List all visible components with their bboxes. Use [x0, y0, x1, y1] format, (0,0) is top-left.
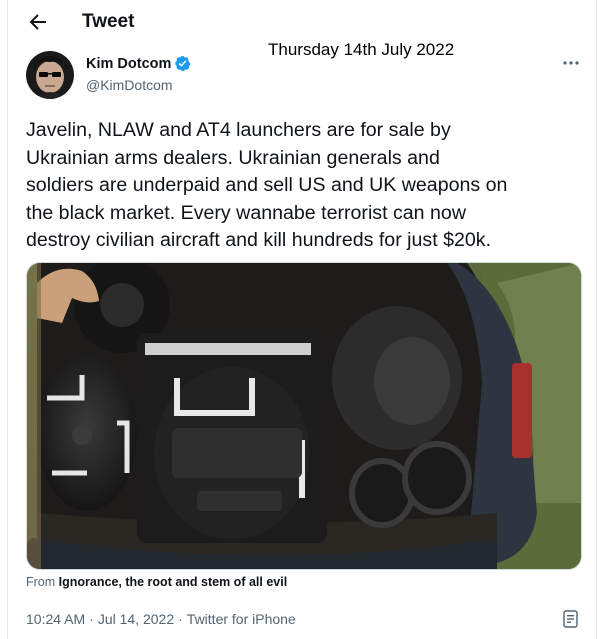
analytics-icon[interactable]	[563, 610, 579, 628]
tweet-text-line: Javelin, NLAW and AT4 launchers are for …	[26, 119, 451, 141]
source-prefix: From	[26, 575, 56, 589]
avatar[interactable]	[26, 51, 74, 99]
source-link[interactable]: Ignorance, the root and stem of all evil	[59, 575, 288, 589]
tweet-header: Tweet	[0, 0, 604, 44]
tweet-text-line: destroy civilian aircraft and kill hundr…	[26, 229, 492, 252]
tweet-date[interactable]: Jul 14, 2022	[98, 611, 174, 627]
media-thumbnail	[27, 263, 581, 569]
tweet-text-line: the black market. Every wannabe terroris…	[26, 201, 466, 224]
arrow-left-icon[interactable]	[26, 10, 50, 34]
avatar-image	[26, 51, 74, 99]
tweet-source: From Ignorance, the root and stem of all…	[26, 575, 287, 589]
verified-badge-icon	[175, 55, 191, 72]
separator: ·	[178, 611, 183, 627]
page-title: Tweet	[82, 11, 135, 32]
more-options-icon[interactable]	[562, 54, 580, 72]
frame-border-right	[596, 0, 597, 639]
separator: ·	[89, 611, 94, 627]
author-name[interactable]: Kim Dotcom	[86, 56, 171, 72]
frame-border-left	[7, 0, 8, 639]
tweet-text-line: soldiers are underpaid and sell US and U…	[26, 174, 508, 197]
overlay-date-caption: Thursday 14th July 2022	[268, 40, 455, 59]
tweet-metadata: 10:24 AM · Jul 14, 2022 · Twitter for iPhone	[26, 611, 296, 627]
tweet-media-video[interactable]	[26, 262, 582, 570]
tweet-text-line: Ukrainian arms dealers. Ukrainian genera…	[26, 146, 440, 169]
author-handle[interactable]: @KimDotcom	[86, 77, 173, 93]
tweet-time[interactable]: 10:24 AM	[26, 611, 85, 627]
tweet-client[interactable]: Twitter for iPhone	[187, 611, 296, 627]
tweet-text: Javelin, NLAW and AT4 launchers are for …	[26, 117, 591, 255]
